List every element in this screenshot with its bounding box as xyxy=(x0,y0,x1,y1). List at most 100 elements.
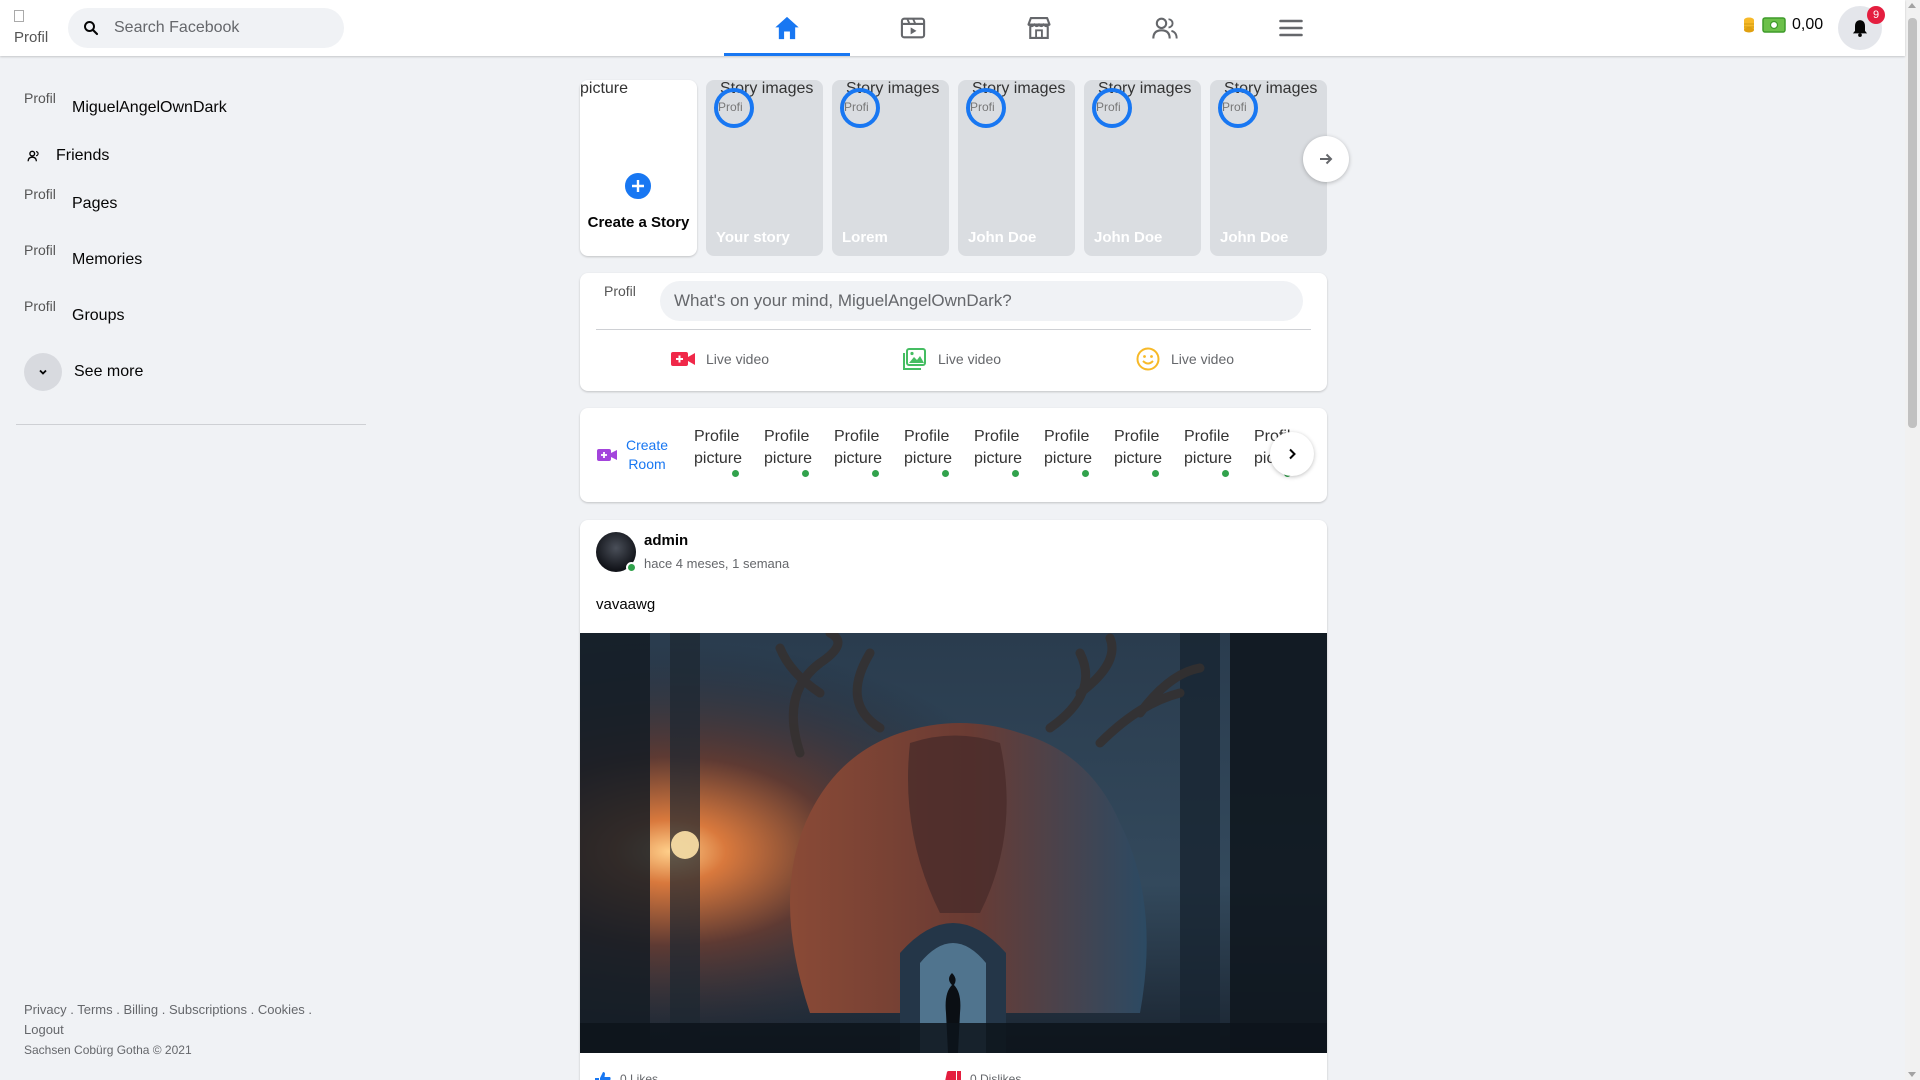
story-image-alt: picture xyxy=(580,80,629,97)
search-box[interactable] xyxy=(68,8,344,48)
story-avatar: Profi xyxy=(1218,88,1258,128)
sidebar-item-friends[interactable]: Friends xyxy=(16,136,366,176)
plus-icon[interactable] xyxy=(622,170,654,202)
story-card[interactable]: Story images Profi Lorem xyxy=(832,80,949,256)
bell-icon xyxy=(1852,20,1868,37)
logout-link[interactable]: Logout xyxy=(24,1020,344,1040)
hamburger-menu-icon xyxy=(1279,19,1303,37)
room-avatar[interactable]: Profile picture xyxy=(904,426,952,484)
post-composer: Profil What's on your mind, MiguelAngelO… xyxy=(580,273,1327,391)
arrow-right-icon xyxy=(1320,153,1333,165)
broken-image-icon xyxy=(14,10,24,22)
story-avatar: Profi xyxy=(966,88,1006,128)
wallet-balance[interactable]: 0,00 xyxy=(1742,16,1823,34)
store-icon xyxy=(1027,17,1051,39)
tab-watch[interactable] xyxy=(850,0,976,56)
sidebar-divider xyxy=(16,424,366,425)
room-avatar[interactable]: Profile picture xyxy=(1184,426,1232,484)
footer-links[interactable]: Privacy . Terms . Billing . Subscription… xyxy=(24,1000,344,1020)
tab-home[interactable] xyxy=(724,0,850,56)
story-name: John Doe xyxy=(1220,229,1289,246)
feed-post: admin hace 4 meses, 1 semana vavaawg 0 L… xyxy=(580,520,1327,1080)
coins-icon xyxy=(1744,17,1754,33)
story-card[interactable]: Story images Profi Your story xyxy=(706,80,823,256)
see-more-button[interactable]: See more xyxy=(16,344,366,400)
rooms-bar: Create Room Profile picture Profile pict… xyxy=(580,408,1327,502)
room-avatar[interactable]: Profile picture xyxy=(764,426,812,484)
tab-marketplace[interactable] xyxy=(976,0,1102,56)
video-camera-icon xyxy=(671,352,695,366)
sidebar-item-memories[interactable]: Profil Memories xyxy=(16,232,366,288)
live-video-button[interactable]: Live video xyxy=(670,347,769,371)
feeling-activity-button[interactable]: Live video xyxy=(1135,347,1234,371)
action-label: Live video xyxy=(1171,351,1235,367)
scrollbar-thumb[interactable] xyxy=(1908,18,1917,428)
dislikes-count: 0 Dislikes xyxy=(970,1072,1022,1080)
chevron-right-icon xyxy=(1289,448,1296,460)
action-label: Live video xyxy=(706,351,770,367)
story-name: Your story xyxy=(716,229,790,246)
post-author[interactable]: admin xyxy=(644,532,688,549)
room-avatar-alt: Profile picture xyxy=(1044,428,1092,467)
logo-alt-text: Profil xyxy=(14,29,49,46)
thumbs-down-icon xyxy=(945,1071,961,1080)
notification-badge: 9 xyxy=(1867,6,1885,24)
avatar: Profil xyxy=(604,283,636,299)
room-avatar-alt: Profile picture xyxy=(904,428,952,467)
whats-on-your-mind-input[interactable]: What's on your mind, MiguelAngelOwnDark? xyxy=(660,281,1303,321)
room-avatar[interactable]: Profile picture xyxy=(1114,426,1162,484)
dislike-button[interactable]: 0 Dislikes xyxy=(944,1070,1021,1080)
sidebar-item-label: Groups xyxy=(72,307,125,324)
avatar: Profil xyxy=(24,186,56,202)
tab-friends[interactable] xyxy=(1102,0,1228,56)
avatar: Profil xyxy=(24,90,56,106)
story-name: Lorem xyxy=(842,229,888,246)
photo-icon xyxy=(903,348,926,370)
scroll-down-arrow-icon[interactable] xyxy=(1908,1072,1916,1077)
tab-menu[interactable] xyxy=(1228,0,1354,56)
post-timestamp[interactable]: hace 4 meses, 1 semana xyxy=(644,556,789,571)
story-avatar: Profi xyxy=(1092,88,1132,128)
profile-logo[interactable]: Profil xyxy=(14,8,56,48)
create-story-card[interactable]: picture Create a Story xyxy=(580,80,697,256)
rooms-next-button[interactable] xyxy=(1270,432,1314,476)
avatar: Profil xyxy=(24,242,56,258)
online-indicator xyxy=(626,562,637,573)
stories-next-button[interactable] xyxy=(1303,136,1349,182)
story-card[interactable]: Story images Profi John Doe xyxy=(958,80,1075,256)
sidebar-item-pages[interactable]: Profil Pages xyxy=(16,176,366,232)
sidebar-item-profile[interactable]: Profil MiguelAngelOwnDark xyxy=(16,80,366,136)
scroll-up-arrow-icon[interactable] xyxy=(1908,3,1916,8)
online-indicator xyxy=(941,469,950,478)
like-button[interactable]: 0 Likes xyxy=(594,1070,658,1080)
likes-count: 0 Likes xyxy=(620,1072,659,1080)
create-room-button[interactable]: Create Room xyxy=(596,436,670,474)
room-avatar[interactable]: Profile picture xyxy=(834,426,882,484)
search-input[interactable] xyxy=(114,19,324,37)
story-card[interactable]: Story images Profi John Doe xyxy=(1084,80,1201,256)
room-avatar[interactable]: Profile picture xyxy=(694,426,742,484)
friends-icon xyxy=(24,146,44,166)
room-avatar[interactable]: Profile picture xyxy=(974,426,1022,484)
balance-amount: 0,00 xyxy=(1792,16,1824,33)
see-more-label: See more xyxy=(74,363,144,380)
post-text: vavaawg xyxy=(596,596,656,613)
post-image[interactable] xyxy=(580,633,1327,1053)
room-avatar[interactable]: Profile picture xyxy=(1044,426,1092,484)
top-bar: Profil 0,00 9 xyxy=(0,0,1905,56)
profile-name: MiguelAngelOwnDark xyxy=(72,99,227,116)
photo-video-button[interactable]: Live video xyxy=(902,347,1001,371)
sidebar-item-label: Pages xyxy=(72,195,118,212)
page-scrollbar[interactable] xyxy=(1905,0,1920,1080)
room-avatar-alt: Profile picture xyxy=(974,428,1022,467)
create-room-label: Create Room xyxy=(625,437,669,472)
smiley-icon xyxy=(1136,347,1160,371)
video-icon xyxy=(900,17,926,39)
sidebar-item-label: Friends xyxy=(56,147,110,164)
story-name: John Doe xyxy=(1094,229,1163,246)
stories-row: picture Create a Story Story images Prof… xyxy=(580,80,1328,256)
online-indicator xyxy=(1081,469,1090,478)
avatar: Profil xyxy=(24,298,56,314)
sidebar-item-groups[interactable]: Profil Groups xyxy=(16,288,366,344)
home-icon xyxy=(775,16,799,40)
